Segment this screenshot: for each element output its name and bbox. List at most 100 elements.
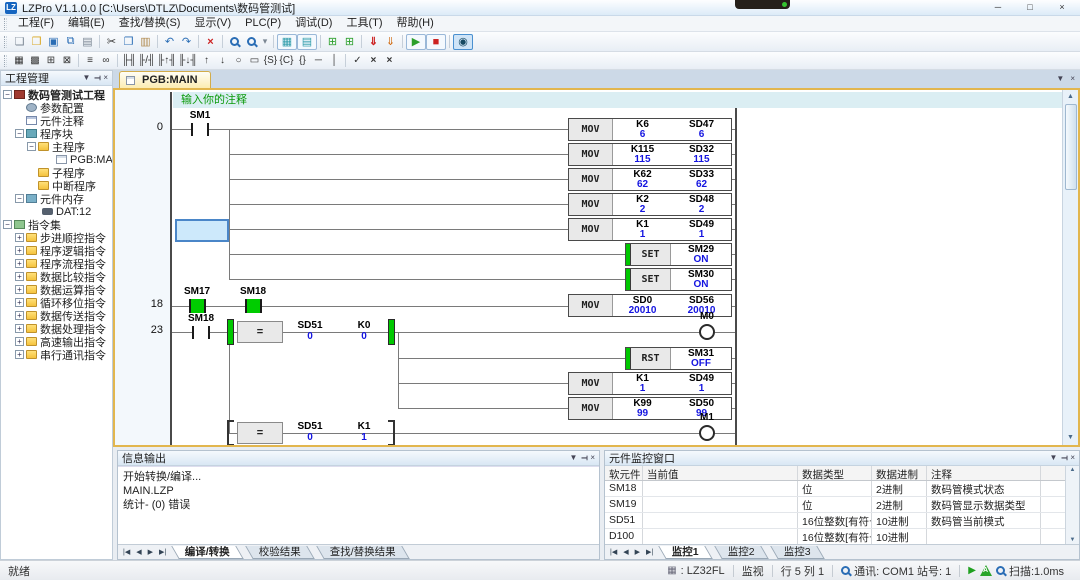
instruction-mov[interactable]: MOV K22 SD482	[568, 193, 732, 216]
function-block-button[interactable]: ▭	[246, 53, 262, 69]
tab-nav-first-icon[interactable]: |◀	[120, 548, 133, 556]
panel-close-icon[interactable]: ×	[103, 74, 108, 82]
delete-v-line-button[interactable]: ×	[381, 53, 397, 69]
tab-nav-last-icon[interactable]: ▶|	[643, 548, 656, 556]
tab-list-icon[interactable]: ▼	[1056, 74, 1064, 83]
column-header[interactable]: 当前值	[643, 466, 798, 480]
instruction-set[interactable]: SET SM29ON	[625, 243, 732, 266]
scroll-up-icon[interactable]: ▲	[1070, 467, 1076, 473]
expander-icon[interactable]: +	[15, 298, 24, 307]
tab-monitor-3[interactable]: 监控3	[770, 546, 824, 559]
find-replace-button[interactable]	[243, 34, 260, 50]
tab-monitor-2[interactable]: 监控2	[714, 546, 768, 559]
tab-nav-next-icon[interactable]: ▶	[632, 548, 643, 556]
panel-pin-icon[interactable]: T	[1060, 456, 1068, 461]
toolbar-options-button[interactable]: ▾	[260, 34, 270, 50]
scroll-down-icon[interactable]: ▼	[1067, 431, 1074, 445]
open-project-button[interactable]: ❒	[28, 34, 45, 50]
tab-check-result[interactable]: 校验结果	[245, 546, 315, 559]
coil-m1[interactable]	[699, 425, 715, 441]
cut-button[interactable]: ✂	[103, 34, 120, 50]
expander-icon[interactable]: +	[15, 233, 24, 242]
close-button[interactable]: ×	[1046, 0, 1078, 15]
menu-help[interactable]: 帮助(H)	[390, 16, 441, 31]
menu-view[interactable]: 显示(V)	[187, 16, 238, 31]
run-plc-button[interactable]: ▶	[406, 34, 426, 50]
convert-program-button[interactable]: ⇓	[365, 34, 382, 50]
expander-icon[interactable]: +	[15, 272, 24, 281]
find-button[interactable]	[226, 34, 243, 50]
ladder-view-button[interactable]: ▦	[277, 34, 297, 50]
insert-row-button[interactable]: ⊞	[43, 53, 59, 69]
save-button[interactable]: ▣	[45, 34, 62, 50]
monitor-mode-button[interactable]: ◉	[453, 34, 473, 50]
coil-button[interactable]: ○	[230, 53, 246, 69]
append-cell-button[interactable]: ⊞	[341, 34, 358, 50]
paste-button[interactable]: ▥	[137, 34, 154, 50]
insert-cell-button[interactable]: ⊞	[324, 34, 341, 50]
expander-icon[interactable]: −	[27, 142, 36, 151]
expander-icon[interactable]: +	[15, 311, 24, 320]
il-view-button[interactable]: ▤	[297, 34, 317, 50]
tree-item-main-program[interactable]: − 主程序	[1, 140, 112, 153]
print-button[interactable]: ▤	[79, 34, 96, 50]
instruction-mov[interactable]: MOV K11 SD491	[568, 372, 732, 395]
expander-icon[interactable]: +	[15, 246, 24, 255]
tab-nav-prev-icon[interactable]: ◀	[133, 548, 144, 556]
tab-compile-result[interactable]: 编译/转换	[171, 546, 243, 559]
v-line-button[interactable]: │	[326, 53, 342, 69]
expander-icon[interactable]: −	[15, 129, 24, 138]
h-line-button[interactable]: ─	[310, 53, 326, 69]
scroll-down-icon[interactable]: ▼	[1070, 537, 1076, 543]
convert-all-button[interactable]: ⇓	[382, 34, 399, 50]
expander-icon[interactable]: −	[3, 220, 12, 229]
tab-nav-prev-icon[interactable]: ◀	[620, 548, 631, 556]
expander-icon[interactable]: +	[15, 259, 24, 268]
instruction-compare[interactable]: =	[237, 321, 283, 343]
contact-sm18-active[interactable]	[245, 299, 262, 313]
expander-icon[interactable]: +	[15, 337, 24, 346]
new-file-button[interactable]: ❏	[11, 34, 28, 50]
undo-button[interactable]: ↶	[161, 34, 178, 50]
expander-icon[interactable]: −	[15, 194, 24, 203]
monitor-scrollbar[interactable]: ▲ ▼	[1065, 466, 1079, 544]
monitor-row[interactable]: SM19 位2进制 数码管显示数据类型	[605, 497, 1079, 513]
contact-sm1[interactable]	[191, 123, 209, 136]
contact-sm17-active[interactable]	[189, 299, 206, 313]
instruction-mov[interactable]: MOV K6262 SD3362	[568, 168, 732, 191]
coil-m0[interactable]	[699, 324, 715, 340]
instruction-rst[interactable]: RST SM31OFF	[625, 347, 732, 370]
panel-close-icon[interactable]: ×	[590, 454, 595, 462]
monitor-row[interactable]: SD51 16位整数[有符号]10进制 数码管当前模式	[605, 513, 1079, 529]
contact-rising-button[interactable]: ╟↑╢	[156, 53, 177, 69]
maximize-button[interactable]: □	[1014, 0, 1046, 15]
tab-close-icon[interactable]: ×	[1070, 74, 1075, 83]
check-button[interactable]: ✓	[349, 53, 365, 69]
copy-button[interactable]: ❐	[120, 34, 137, 50]
delete-row-button[interactable]: ⊠	[59, 53, 75, 69]
instruction-mov[interactable]: MOV K66 SD476	[568, 118, 732, 141]
column-header[interactable]: 注释	[927, 466, 1041, 480]
minimize-button[interactable]: ─	[982, 0, 1014, 15]
net-view-button[interactable]: ▩	[27, 53, 43, 69]
expander-icon[interactable]: +	[15, 324, 24, 333]
menu-find-replace[interactable]: 查找/替换(S)	[112, 16, 188, 31]
panel-menu-icon[interactable]: ▼	[83, 74, 91, 82]
instruction-set[interactable]: SET SM30ON	[625, 268, 732, 291]
column-header[interactable]: 数据进制	[872, 466, 927, 480]
reset-coil-button[interactable]: {C}	[278, 53, 294, 69]
tree-item-serial-instruct[interactable]: + 串行通讯指令	[1, 348, 112, 361]
panel-menu-icon[interactable]: ▼	[1050, 454, 1058, 462]
column-header[interactable]: 数据类型	[798, 466, 872, 480]
scroll-up-icon[interactable]: ▲	[1067, 90, 1074, 104]
panel-close-icon[interactable]: ×	[1070, 454, 1075, 462]
editor-vertical-scrollbar[interactable]: ▲ ▼	[1062, 90, 1078, 445]
monitor-row[interactable]: D100 16位整数[有符号]10进制	[605, 529, 1079, 544]
panel-pin-icon[interactable]: T	[93, 76, 101, 81]
contact-open-button[interactable]: ╟╢	[121, 53, 137, 69]
tab-nav-next-icon[interactable]: ▶	[145, 548, 156, 556]
instruction-mov[interactable]: MOV K11 SD491	[568, 218, 732, 241]
tab-nav-last-icon[interactable]: ▶|	[156, 548, 169, 556]
instruction-mov[interactable]: MOV K115115 SD32115	[568, 143, 732, 166]
ladder-canvas[interactable]: 输入你的注释 0 18 23	[115, 90, 1062, 445]
